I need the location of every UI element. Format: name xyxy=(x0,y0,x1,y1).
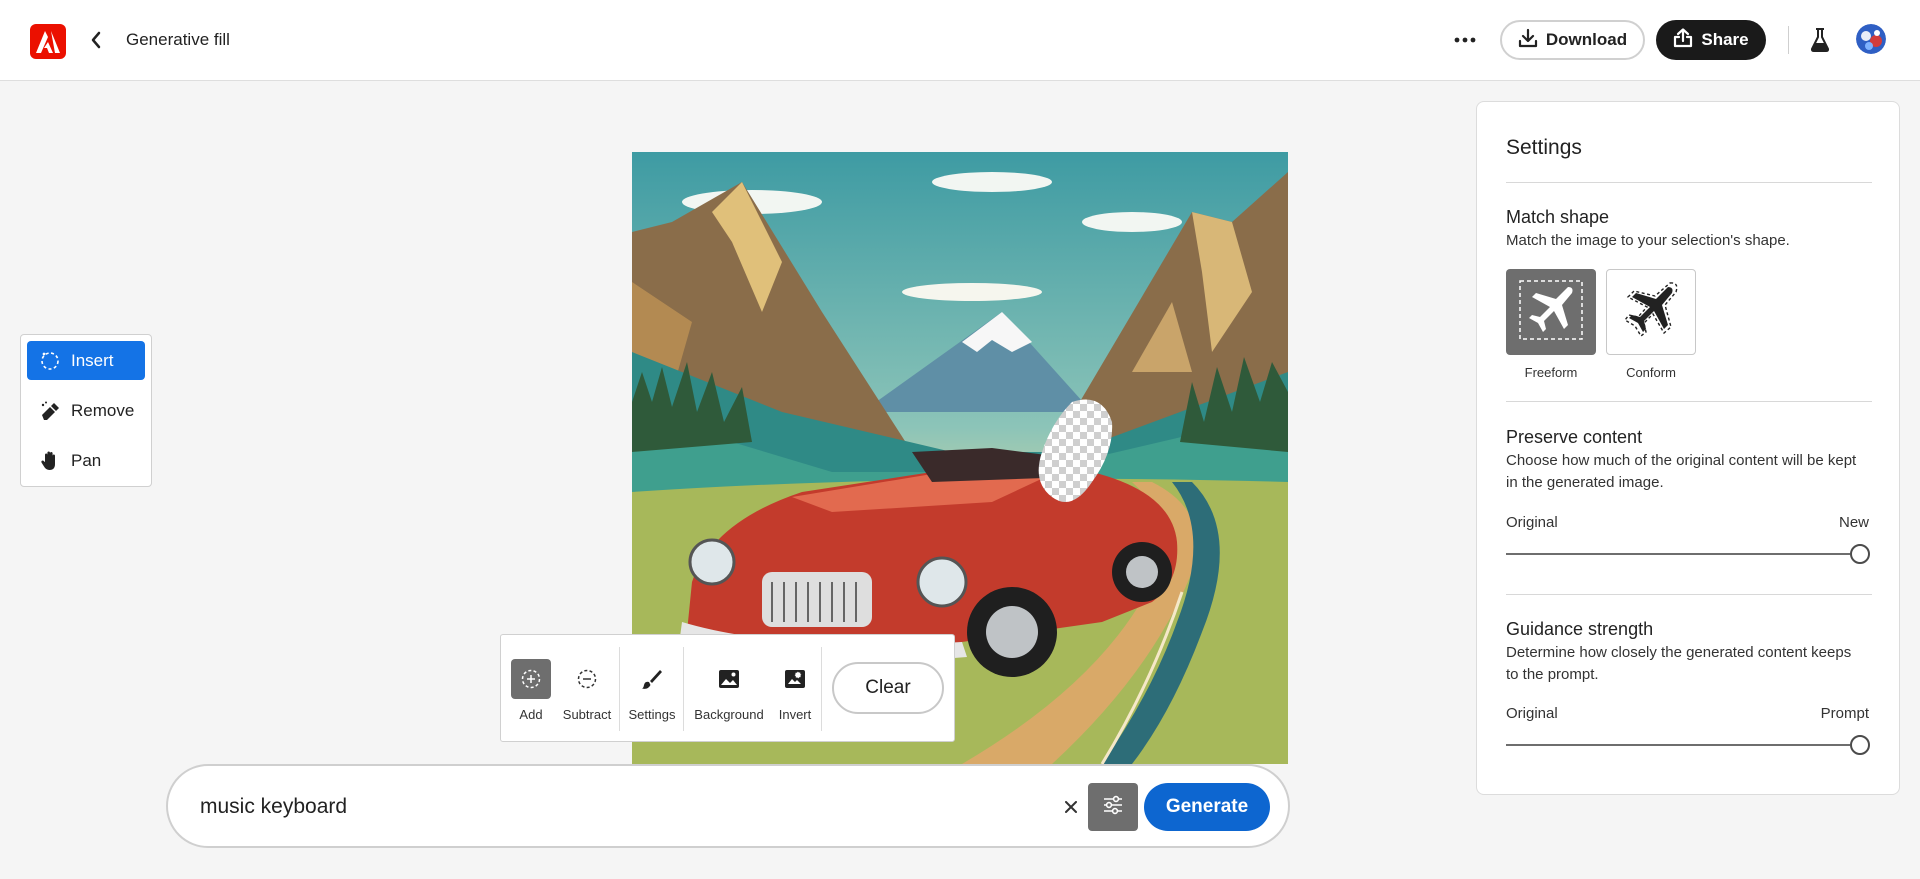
download-label: Download xyxy=(1545,30,1628,49)
settings-label: Settings xyxy=(628,707,676,722)
invert-label: Invert xyxy=(778,707,812,722)
select-background-button[interactable]: Background xyxy=(689,635,769,743)
tool-pan[interactable]: Pan xyxy=(27,441,145,480)
share-label: Share xyxy=(1701,30,1749,49)
sliders-icon xyxy=(1102,795,1124,820)
more-options-icon[interactable] xyxy=(1452,28,1478,52)
airplane-conform-icon xyxy=(1616,277,1686,348)
guidance-min-label: Original xyxy=(1506,705,1558,722)
back-chevron-icon[interactable] xyxy=(86,26,106,54)
image-icon xyxy=(709,659,749,699)
preserve-slider-thumb[interactable] xyxy=(1850,544,1870,564)
page-title: Generative fill xyxy=(126,30,230,49)
selection-toolbar: Add Subtract Settings Background Invert … xyxy=(500,634,955,742)
tool-remove[interactable]: Remove xyxy=(27,391,145,430)
share-icon xyxy=(1673,27,1693,53)
conform-option[interactable] xyxy=(1606,269,1696,355)
insert-icon xyxy=(39,350,61,372)
prompt-bar: Generate xyxy=(166,764,1290,848)
preserve-content-title: Preserve content xyxy=(1506,427,1643,447)
guidance-max-label: Prompt xyxy=(1820,705,1869,722)
invert-icon xyxy=(775,659,815,699)
toolbar-divider xyxy=(821,647,822,731)
prompt-settings-button[interactable] xyxy=(1088,783,1138,831)
tool-pan-label: Pan xyxy=(71,450,102,470)
clear-selection-button[interactable]: Clear xyxy=(832,662,944,714)
eraser-icon xyxy=(39,400,61,422)
brush-icon xyxy=(632,659,672,699)
subtract-selection-button[interactable]: Subtract xyxy=(559,635,615,743)
add-selection-button[interactable]: Add xyxy=(511,635,551,743)
prompt-input[interactable] xyxy=(200,788,1020,826)
tool-insert[interactable]: Insert xyxy=(27,341,145,380)
divider xyxy=(1506,594,1872,595)
guidance-strength-title: Guidance strength xyxy=(1506,619,1654,639)
user-avatar[interactable] xyxy=(1856,24,1886,54)
share-button[interactable]: Share xyxy=(1656,20,1766,60)
conform-label: Conform xyxy=(1626,365,1676,380)
toolbar-divider xyxy=(619,647,620,731)
preserve-min-label: Original xyxy=(1506,514,1558,531)
adobe-logo-icon[interactable] xyxy=(30,24,66,59)
tool-insert-label: Insert xyxy=(71,350,114,370)
settings-title: Settings xyxy=(1506,136,1582,159)
subtract-selection-icon xyxy=(567,659,607,699)
add-label: Add xyxy=(519,707,543,722)
clear-prompt-icon[interactable] xyxy=(1058,794,1084,820)
invert-selection-button[interactable]: Invert xyxy=(773,635,817,743)
top-bar: Generative fill Download Share xyxy=(0,0,1920,81)
match-shape-title: Match shape xyxy=(1506,207,1610,227)
divider xyxy=(1506,401,1872,402)
guidance-slider-track[interactable] xyxy=(1506,744,1850,746)
tool-palette: Insert Remove Pan xyxy=(20,334,152,487)
download-button[interactable]: Download xyxy=(1500,20,1645,60)
generate-button[interactable]: Generate xyxy=(1144,783,1270,831)
download-icon xyxy=(1518,28,1538,53)
background-label: Background xyxy=(694,707,764,722)
guidance-slider-thumb[interactable] xyxy=(1850,735,1870,755)
divider xyxy=(1506,182,1872,183)
preserve-content-description: Choose how much of the original content … xyxy=(1506,452,1857,491)
freeform-option[interactable] xyxy=(1506,269,1596,355)
labs-flask-icon[interactable] xyxy=(1808,26,1832,54)
settings-panel: Settings Match shape Match the image to … xyxy=(1476,101,1900,795)
brush-settings-button[interactable]: Settings xyxy=(625,635,679,743)
subtract-label: Subtract xyxy=(562,707,612,722)
tool-remove-label: Remove xyxy=(71,400,135,420)
match-shape-description: Match the image to your selection's shap… xyxy=(1506,232,1790,249)
divider xyxy=(1788,26,1789,54)
airplane-freeform-icon xyxy=(1516,277,1586,348)
toolbar-divider xyxy=(683,647,684,731)
hand-icon xyxy=(39,450,61,472)
add-selection-icon xyxy=(511,659,551,699)
freeform-label: Freeform xyxy=(1524,365,1578,380)
guidance-strength-description: Determine how closely the generated cont… xyxy=(1506,644,1852,683)
preserve-slider-track[interactable] xyxy=(1506,553,1850,555)
preserve-max-label: New xyxy=(1838,514,1869,531)
